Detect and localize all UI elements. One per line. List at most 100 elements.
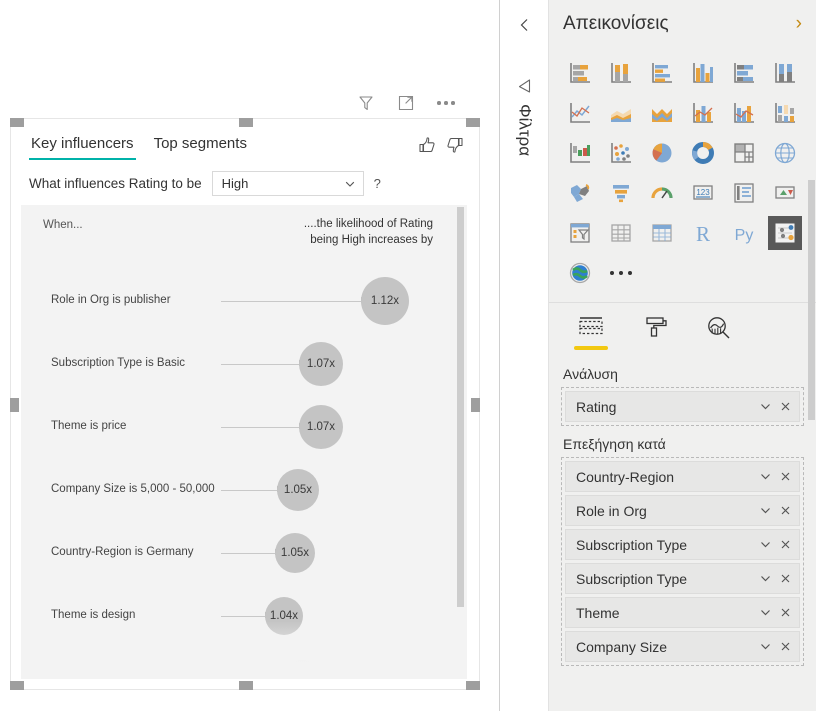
matrix-icon[interactable] [645, 216, 679, 250]
influencer-label: Theme is design [51, 608, 136, 621]
influencer-row[interactable]: Company Size is 5,000 - 50,000 1.05x [21, 458, 467, 521]
chevron-down-icon[interactable] [755, 504, 775, 517]
influencer-row-partial [21, 647, 467, 679]
ribbon-chart-icon[interactable] [768, 96, 802, 130]
field-chip[interactable]: Role in Org [565, 495, 800, 526]
field-chip[interactable]: Country-Region [565, 461, 800, 492]
filters-pane-collapsed[interactable]: Φίλτρα [501, 0, 549, 711]
influencer-row[interactable]: Theme is design 1.04x [21, 584, 467, 647]
chevron-down-icon[interactable] [755, 572, 775, 585]
line-and-stacked-column-chart-icon[interactable] [686, 96, 720, 130]
format-tab[interactable] [635, 315, 675, 350]
remove-field-icon[interactable] [775, 538, 795, 551]
clustered-column-chart-icon[interactable] [686, 56, 720, 90]
field-chip[interactable]: Theme [565, 597, 800, 628]
map-icon[interactable] [768, 136, 802, 170]
influencer-arrow [221, 297, 368, 303]
thumbs-down-icon[interactable] [445, 135, 465, 155]
treemap-icon[interactable] [727, 136, 761, 170]
filter-icon[interactable] [355, 92, 377, 114]
pane-scrollbar-thumb[interactable] [808, 180, 815, 420]
clustered-bar-chart-icon[interactable] [645, 56, 679, 90]
remove-field-icon[interactable] [775, 572, 795, 585]
analytics-tab[interactable] [699, 315, 739, 350]
more-options-icon[interactable] [435, 92, 457, 114]
chevron-down-icon[interactable] [755, 538, 775, 551]
influencer-bubble[interactable]: 1.05x [277, 468, 319, 511]
selection-handle-top-right[interactable] [466, 118, 480, 127]
r-script-visual-icon[interactable]: R [686, 216, 720, 250]
well-drop-area[interactable]: Country-Region Role in Org Subscription Ty… [561, 457, 804, 666]
stacked-column-chart-icon[interactable] [604, 56, 638, 90]
influencer-bubble[interactable]: 1.05x [275, 532, 315, 573]
line-and-clustered-column-chart-icon[interactable] [727, 96, 761, 130]
remove-field-icon[interactable] [775, 504, 795, 517]
influencer-row[interactable]: Subscription Type is Basic 1.07x [21, 332, 467, 395]
selection-handle-top-left[interactable] [10, 118, 24, 127]
influencer-row[interactable]: Role in Org is publisher 1.12x [21, 269, 467, 332]
tab-key-influencers[interactable]: Key influencers [29, 133, 136, 160]
slicer-icon[interactable] [563, 216, 597, 250]
card-icon[interactable]: 123 [686, 176, 720, 210]
influencer-bubble[interactable]: 1.04x [265, 596, 303, 635]
remove-field-icon[interactable] [775, 400, 795, 413]
scatter-chart-icon[interactable] [604, 136, 638, 170]
chevron-right-icon[interactable]: › [792, 13, 806, 35]
selection-handle-bottom-center[interactable] [239, 681, 253, 690]
waterfall-chart-icon[interactable] [563, 136, 597, 170]
line-chart-icon[interactable] [563, 96, 597, 130]
area-chart-icon[interactable] [604, 96, 638, 130]
filled-map-icon[interactable] [563, 176, 597, 210]
thumbs-up-icon[interactable] [417, 135, 437, 155]
field-chip[interactable]: Subscription Type [565, 529, 800, 560]
python-visual-icon[interactable]: Py [727, 216, 761, 250]
stacked-area-chart-icon[interactable] [645, 96, 679, 130]
field-chip-label: Company Size [576, 638, 668, 655]
hundred-percent-stacked-column-chart-icon[interactable] [768, 56, 802, 90]
key-influencers-icon[interactable] [767, 216, 802, 250]
gauge-chart-icon[interactable] [645, 176, 679, 210]
visual-header: Key influencers Top segments What influe… [11, 119, 479, 205]
hundred-percent-stacked-bar-chart-icon[interactable] [727, 56, 761, 90]
pie-chart-icon[interactable] [645, 136, 679, 170]
key-influencers-visual[interactable]: Key influencers Top segments What influe… [10, 118, 480, 690]
fields-tab[interactable] [571, 315, 611, 350]
chart-scrollbar-thumb[interactable] [457, 207, 464, 607]
selection-handle-top-center[interactable] [239, 118, 253, 127]
influencer-bubble[interactable]: 1.12x [361, 276, 409, 325]
remove-field-icon[interactable] [775, 640, 795, 653]
influencer-row[interactable]: Country-Region is Germany 1.05x [21, 521, 467, 584]
chevron-down-icon[interactable] [755, 470, 775, 483]
field-chip[interactable]: Subscription Type [565, 563, 800, 594]
remove-field-icon[interactable] [775, 470, 795, 483]
chevron-down-icon[interactable] [755, 640, 775, 653]
influence-value-dropdown[interactable]: High [211, 171, 364, 196]
visualizations-pane: Απεικονίσεις › 123 R Py Ανάλυση Rating Ε… [549, 0, 816, 711]
focus-mode-icon[interactable] [395, 92, 417, 114]
influencer-bubble[interactable]: 1.07x [299, 341, 343, 386]
more-visuals-icon[interactable] [604, 256, 638, 290]
field-chip[interactable]: Company Size [565, 631, 800, 662]
funnel-chart-icon[interactable] [604, 176, 638, 210]
influencer-row[interactable]: Theme is price 1.07x [21, 395, 467, 458]
stacked-bar-chart-icon[interactable] [563, 56, 597, 90]
selection-handle-bottom-right[interactable] [466, 681, 480, 690]
help-icon[interactable]: ? [374, 176, 381, 191]
tab-top-segments[interactable]: Top segments [152, 133, 249, 160]
selection-handle-middle-right[interactable] [471, 398, 480, 412]
arcgis-maps-icon[interactable] [563, 256, 597, 290]
filter-icon[interactable] [514, 76, 536, 98]
selection-handle-bottom-left[interactable] [10, 681, 24, 690]
remove-field-icon[interactable] [775, 606, 795, 619]
field-chip[interactable]: Rating [565, 391, 800, 422]
table-icon[interactable] [604, 216, 638, 250]
chevron-down-icon[interactable] [755, 606, 775, 619]
influencer-bubble[interactable]: 1.07x [299, 404, 343, 449]
well-drop-area[interactable]: Rating [561, 387, 804, 426]
chevron-left-icon[interactable] [512, 12, 538, 38]
kpi-icon[interactable] [768, 176, 802, 210]
chevron-down-icon[interactable] [755, 400, 775, 413]
selection-handle-middle-left[interactable] [10, 398, 19, 412]
multi-row-card-icon[interactable] [727, 176, 761, 210]
donut-chart-icon[interactable] [686, 136, 720, 170]
